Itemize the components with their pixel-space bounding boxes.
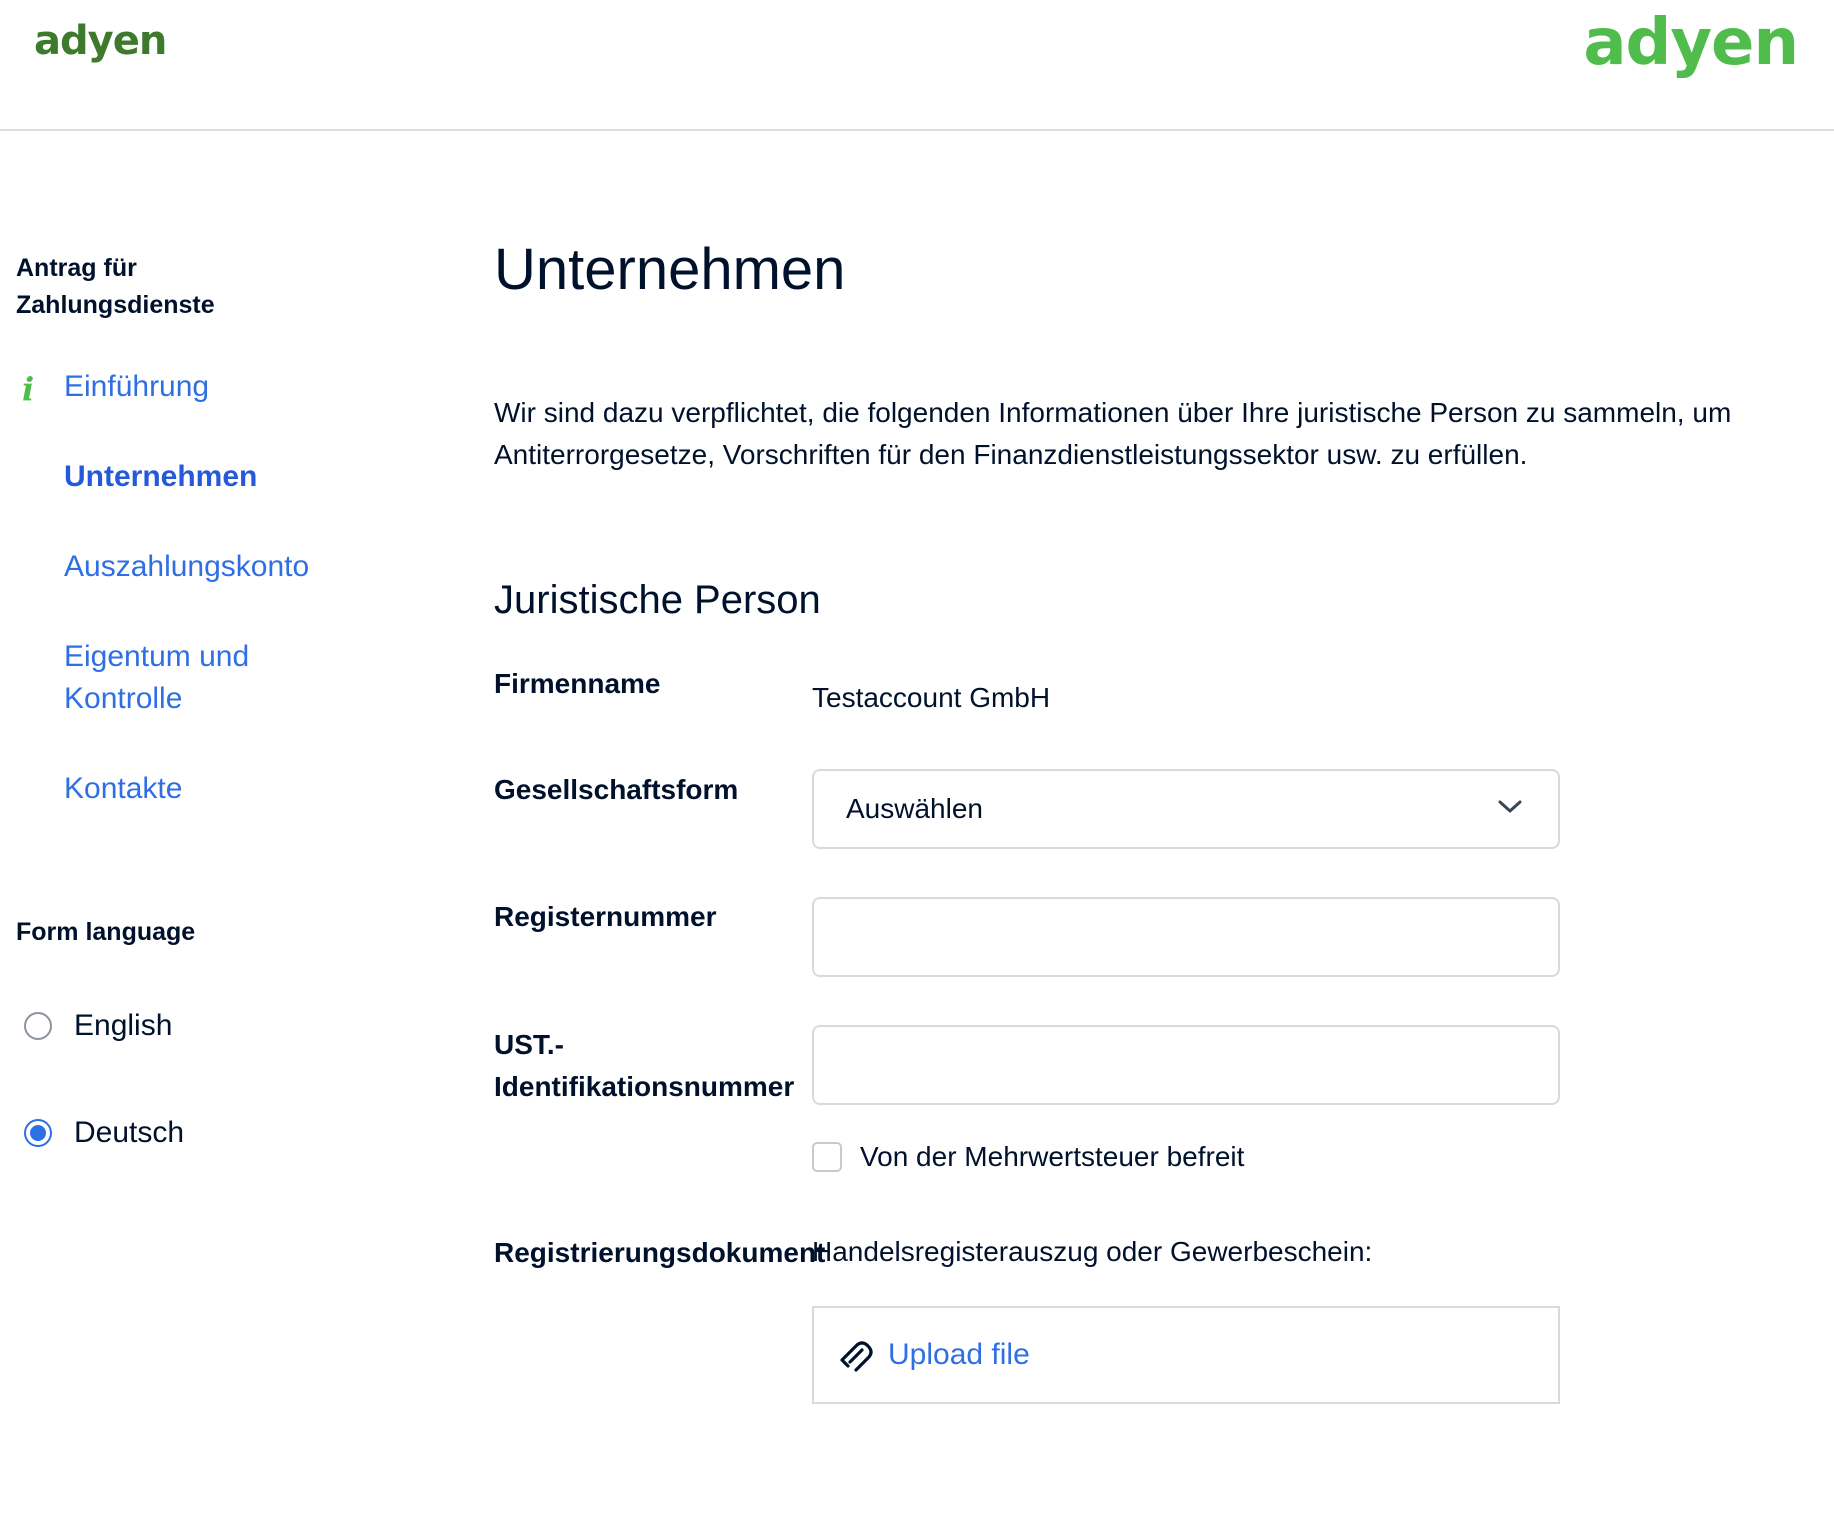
intro-text: Wir sind dazu verpflichtet, die folgende… [494, 397, 1732, 470]
nav-item-eigentum-und-kontrolle[interactable]: Eigentum und Kontrolle [16, 636, 276, 720]
vat-exempt-option[interactable]: Von der Mehrwertsteuer befreit [812, 1141, 1244, 1173]
legal-form-select[interactable]: Auswählen [812, 769, 1560, 849]
form-language-title: Form language [16, 918, 196, 946]
vat-id-label-line2: Identifikationsnummer [494, 1071, 795, 1102]
section-title: Juristische Person [494, 578, 821, 622]
radio-label-deutsch: Deutsch [74, 1116, 185, 1149]
nav-item-label: Eigentum und Kontrolle [64, 640, 250, 715]
vat-id-input[interactable] [812, 1025, 1560, 1105]
nav-item-label: Kontakte [64, 772, 183, 805]
info-icon: i [22, 370, 35, 408]
sidebar-title: Antrag für Zahlungsdienste [16, 254, 215, 319]
nav-item-label: Unternehmen [64, 460, 258, 493]
language-option-deutsch[interactable]: Deutsch [24, 1116, 184, 1150]
vat-id-label-line1: UST.- [494, 1029, 564, 1060]
adyen-logo: adyen [1583, 6, 1799, 80]
upload-file-button[interactable]: Upload file [812, 1306, 1560, 1404]
company-name-value: Testaccount GmbH [812, 682, 1051, 713]
page-title: Unternehmen [494, 237, 846, 302]
radio-label-english: English [74, 1009, 173, 1042]
chevron-down-icon [1498, 800, 1522, 813]
paperclip-icon [840, 1341, 873, 1372]
legal-form-selected-value: Auswählen [846, 793, 983, 824]
nav-item-label: Auszahlungskonto [64, 550, 310, 583]
vat-exempt-checkbox[interactable] [812, 1142, 842, 1172]
nav-item-einfuehrung[interactable]: i Einführung [16, 366, 436, 408]
nav-item-label: Einführung [64, 370, 210, 403]
nav-item-kontakte[interactable]: Kontakte [16, 768, 436, 810]
sidebar-nav: i Einführung Unternehmen Auszahlungskont… [16, 366, 436, 810]
sidebar: Antrag für Zahlungsdienste i Einführung … [16, 250, 436, 810]
registration-document-hint: Handelsregisterauszug oder Gewerbeschein… [812, 1236, 1373, 1267]
registration-document-label: Registrierungsdokument [494, 1237, 826, 1268]
nav-item-auszahlungskonto[interactable]: Auszahlungskonto [16, 546, 436, 588]
radio-deutsch[interactable] [24, 1119, 52, 1147]
nav-item-unternehmen[interactable]: Unternehmen [16, 456, 436, 498]
top-header: adyen adyen [0, 0, 1834, 131]
upload-file-label: Upload file [888, 1338, 1030, 1371]
register-number-input[interactable] [812, 897, 1560, 977]
adyen-logo-small: adyen [34, 18, 167, 64]
register-number-label: Registernummer [494, 901, 717, 932]
legal-form-label: Gesellschaftsform [494, 774, 739, 805]
radio-english[interactable] [24, 1012, 52, 1040]
language-option-english[interactable]: English [24, 1009, 172, 1043]
company-name-label: Firmenname [494, 668, 661, 699]
vat-id-label: UST.- Identifikationsnummer [494, 1024, 794, 1108]
vat-exempt-label: Von der Mehrwertsteuer befreit [860, 1141, 1245, 1172]
